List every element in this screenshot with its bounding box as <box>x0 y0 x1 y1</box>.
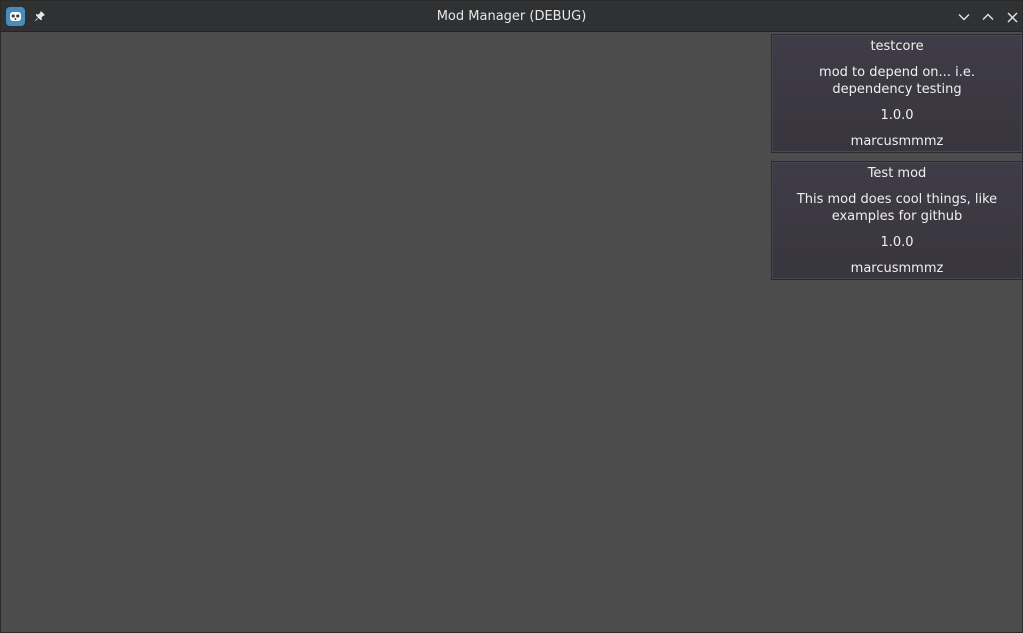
main-content: testcore mod to depend on... i.e. depend… <box>1 33 1023 632</box>
mod-name: testcore <box>870 39 924 54</box>
close-icon <box>1007 12 1017 22</box>
chevron-up-icon <box>982 13 994 20</box>
maximize-button[interactable] <box>979 8 997 26</box>
mod-name: Test mod <box>867 166 927 181</box>
chevron-down-icon <box>958 14 970 21</box>
mod-description: mod to depend on... i.e. dependency test… <box>819 65 975 97</box>
mod-list: testcore mod to depend on... i.e. depend… <box>771 34 1023 288</box>
mod-author: marcusmmmz <box>850 134 944 149</box>
mod-card[interactable]: testcore mod to depend on... i.e. depend… <box>771 34 1023 153</box>
mod-author: marcusmmmz <box>850 261 944 276</box>
window-title: Mod Manager (DEBUG) <box>436 9 587 24</box>
mod-version: 1.0.0 <box>880 235 914 250</box>
title-bar[interactable]: Mod Manager (DEBUG) <box>1 1 1022 32</box>
mod-card[interactable]: Test mod This mod does cool things, like… <box>771 161 1023 280</box>
close-button[interactable] <box>1003 8 1021 26</box>
mod-version: 1.0.0 <box>880 108 914 123</box>
app-window: Mod Manager (DEBUG) testcore mod to depe… <box>0 0 1023 633</box>
mod-description: This mod does cool things, like examples… <box>796 192 998 224</box>
minimize-button[interactable] <box>955 8 973 26</box>
